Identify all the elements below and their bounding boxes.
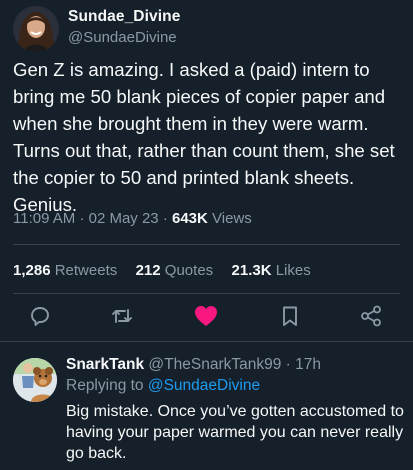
reply-header: SnarkTank @TheSnarkTank99 · 17h [66,356,321,374]
avatar-image [13,6,59,52]
reply-handle[interactable]: @TheSnarkTank99 [148,356,281,373]
share-button[interactable] [358,303,384,329]
engagement-stats: 1,286 Retweets 212 Quotes 21.3K Likes [13,262,311,279]
author-block: Sundae_Divine @SundaeDivine [68,8,180,46]
reply-display-name[interactable]: SnarkTank [66,356,144,373]
main-tweet: Sundae_Divine @SundaeDivine Gen Z is ama… [0,0,413,330]
reply-separator: · [285,356,291,373]
bookmark-button[interactable] [277,303,303,329]
replying-to-label: Replying to [66,377,144,394]
meta-separator: · [162,210,168,227]
reply-tweet: SnarkTank @TheSnarkTank99 · 17h Replying… [0,346,413,470]
reply-icon [31,307,49,326]
divider [0,341,413,342]
reply-age[interactable]: 17h [295,356,321,373]
avatar-image [13,358,57,402]
tweet-date[interactable]: 02 May 23 [89,210,159,227]
retweets-label[interactable]: Retweets [55,262,118,279]
views-label: Views [212,210,252,227]
replying-to-mention[interactable]: @SundaeDivine [148,377,260,394]
tweet-meta: 11:09 AM · 02 May 23 · 643K Views [13,210,252,227]
bookmark-icon [283,306,297,326]
divider [13,293,400,294]
likes-count[interactable]: 21.3K [232,262,272,279]
heart-icon [195,306,217,326]
author-display-name[interactable]: Sundae_Divine [68,8,180,26]
likes-label[interactable]: Likes [276,262,311,279]
reply-avatar[interactable] [13,358,57,402]
reply-text: Big mistake. Once you’ve gotten accustom… [66,403,404,462]
reply-button[interactable] [27,303,53,329]
replying-to: Replying to @SundaeDivine [66,377,260,395]
quotes-count[interactable]: 212 [136,262,161,279]
tweet-time[interactable]: 11:09 AM [13,210,75,227]
divider [13,244,400,245]
tweet-text: Gen Z is amazing. I asked a (paid) inter… [13,59,395,215]
quotes-label[interactable]: Quotes [165,262,213,279]
author-avatar[interactable] [13,6,59,52]
like-button[interactable] [193,303,219,329]
retweet-button[interactable] [109,303,135,329]
meta-separator: · [79,210,85,227]
share-icon [361,305,381,327]
retweet-icon [112,309,132,323]
retweets-count[interactable]: 1,286 [13,262,51,279]
views-count[interactable]: 643K [172,210,208,227]
action-bar [0,303,413,335]
author-handle[interactable]: @SundaeDivine [68,29,180,46]
